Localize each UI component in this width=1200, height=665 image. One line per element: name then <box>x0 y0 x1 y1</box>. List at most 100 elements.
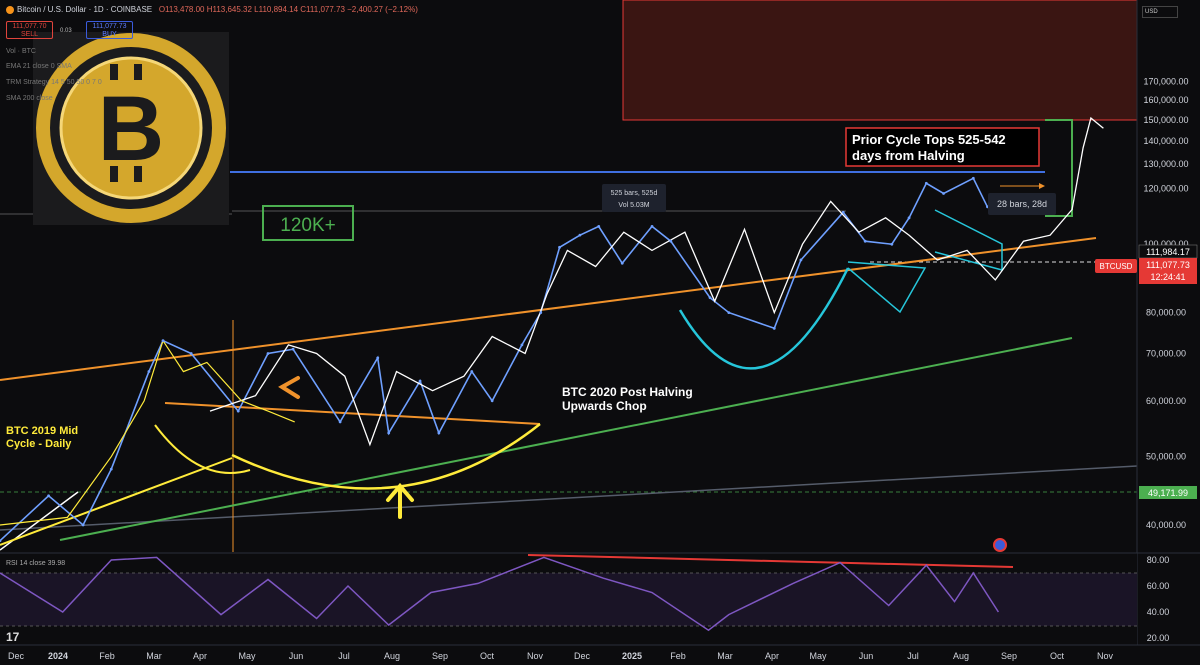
rsi-tick-label: 40.00 <box>1147 607 1170 617</box>
y-tick-label: 170,000.00 <box>1143 77 1188 87</box>
y-tick-label: 150,000.00 <box>1143 115 1188 125</box>
target-zone <box>622 0 1138 121</box>
rsi-tick-label: 20.00 <box>1147 633 1170 643</box>
btc-data-point <box>799 258 803 262</box>
x-tick-label: Feb <box>670 651 686 661</box>
sell-price: 111,077.70 <box>12 23 47 30</box>
x-tick-label: Oct <box>1050 651 1065 661</box>
x-tick-label: Aug <box>384 651 400 661</box>
indicator-sma[interactable]: SMA 200 close <box>6 95 53 102</box>
x-tick-label: Oct <box>480 651 495 661</box>
x-tick-label: Nov <box>1097 651 1114 661</box>
y-tick-label: 40,000.00 <box>1146 520 1186 530</box>
x-tick-label: Dec <box>574 651 591 661</box>
btc-data-point <box>620 261 624 265</box>
y-tick-label: 50,000.00 <box>1146 452 1186 462</box>
y-tick-label: 130,000.00 <box>1143 159 1188 169</box>
btc-data-point <box>338 420 342 424</box>
x-tick-label: May <box>809 651 827 661</box>
btc-data-point <box>863 239 867 243</box>
spread-value: 0.03 <box>60 28 72 34</box>
btc-data-point <box>669 239 673 243</box>
x-tick-label: Sep <box>1001 651 1017 661</box>
btcusd-symbol-text: BTCUSD <box>1100 262 1133 271</box>
indicator-vol[interactable]: Vol · BTC <box>6 48 36 55</box>
bitcoin-coin-icon: B <box>33 32 229 225</box>
bars-28-text: 28 bars, 28d <box>997 199 1047 209</box>
x-tick-label: Apr <box>765 651 779 661</box>
support-price-text: 49,171.99 <box>1148 488 1188 498</box>
symbol-title[interactable]: Bitcoin / U.S. Dollar · 1D · COINBASE <box>17 5 152 14</box>
buy-price: 111,077.73 <box>92 23 127 30</box>
x-tick-label: Jun <box>859 651 874 661</box>
sell-label: SELL <box>20 31 39 38</box>
btc-data-point <box>597 224 601 228</box>
btc-data-point <box>772 326 776 330</box>
x-tick-label: Dec <box>8 651 25 661</box>
ema-price-text: 111,984.17 <box>1146 247 1190 257</box>
x-tick-label: Aug <box>953 651 969 661</box>
buy-button[interactable]: 111,077.73 BUY <box>86 21 133 39</box>
btc-data-point <box>47 494 50 498</box>
btc-data-point <box>841 210 845 214</box>
btc-data-point <box>708 296 712 300</box>
range-bars-text: 525 bars, 525d <box>611 190 658 197</box>
flag-icon[interactable] <box>993 538 1007 552</box>
btc-data-point <box>147 370 151 373</box>
y-tick-label: 140,000.00 <box>1143 136 1188 146</box>
indicator-trm[interactable]: TRM Strategy 14 5 50 50 0 7 0 <box>6 79 102 86</box>
x-tick-label: Jun <box>289 651 304 661</box>
btc-data-point <box>161 339 165 343</box>
rsi-tick-label: 60.00 <box>1147 581 1170 591</box>
time-axis[interactable] <box>0 645 1200 665</box>
btc-data-point <box>650 224 654 228</box>
x-tick-label: May <box>238 651 256 661</box>
y-tick-label: 80,000.00 <box>1146 308 1186 318</box>
btc-data-point <box>387 431 391 435</box>
btc2019-line2: Cycle - Daily <box>6 438 72 450</box>
btc-data-point <box>520 343 524 347</box>
btc-data-point <box>942 192 945 195</box>
x-tick-label: Jul <box>907 651 919 661</box>
rsi-label[interactable]: RSI 14 close 39.98 <box>6 560 65 567</box>
x-tick-label: Mar <box>717 651 733 661</box>
btc2020-line2: Upwards Chop <box>562 399 647 413</box>
x-tick-label: Nov <box>527 651 544 661</box>
btc-data-point <box>727 311 731 315</box>
x-tick-label: 2024 <box>48 651 68 661</box>
indicator-ema[interactable]: EMA 21 close 0 SMA <box>6 63 72 70</box>
ohlc-values: O113,478.00 H113,645.32 L110,894.14 C111… <box>158 5 418 14</box>
btc-data-point <box>470 370 474 373</box>
btc-data-point <box>189 352 193 355</box>
x-tick-label: Sep <box>432 651 448 661</box>
btc-data-point <box>578 233 582 237</box>
btc-data-point <box>291 347 295 351</box>
btc-data-point <box>558 245 561 249</box>
btc-data-point <box>376 356 380 360</box>
prior-cycle-line2: days from Halving <box>852 148 965 163</box>
last-price-text: 111,077.73 <box>1146 260 1190 270</box>
rsi-tick-label: 80.00 <box>1147 555 1170 565</box>
range-vol-text: Vol 5.03M <box>618 202 649 209</box>
currency-selector[interactable]: USD <box>1142 6 1178 18</box>
btc-data-point <box>907 216 911 220</box>
btc-data-point <box>81 523 85 527</box>
countdown-text: 12:24:41 <box>1150 272 1185 282</box>
btc-chart[interactable]: 120K+ Prior Cycle Tops 525-542 days from… <box>0 0 1200 665</box>
x-tick-label: Jul <box>338 651 350 661</box>
x-tick-label: Feb <box>99 651 115 661</box>
btc-data-point <box>924 181 928 185</box>
btc2020-line1: BTC 2020 Post Halving <box>562 385 693 399</box>
bitcoin-dot-icon <box>6 5 14 14</box>
y-tick-label: 60,000.00 <box>1146 396 1186 406</box>
btc-data-point <box>266 352 270 355</box>
x-tick-label: Mar <box>146 651 162 661</box>
sell-button[interactable]: 111,077.70 SELL <box>6 21 53 39</box>
y-tick-label: 160,000.00 <box>1143 95 1188 105</box>
target-120k-label: 120K+ <box>280 215 335 236</box>
buy-label: BUY <box>102 31 117 38</box>
btc-data-point <box>539 311 543 315</box>
btc-data-point <box>418 379 422 383</box>
x-tick-label: 2025 <box>622 651 642 661</box>
chart-header: Bitcoin / U.S. Dollar · 1D · COINBASE O1… <box>6 5 418 14</box>
